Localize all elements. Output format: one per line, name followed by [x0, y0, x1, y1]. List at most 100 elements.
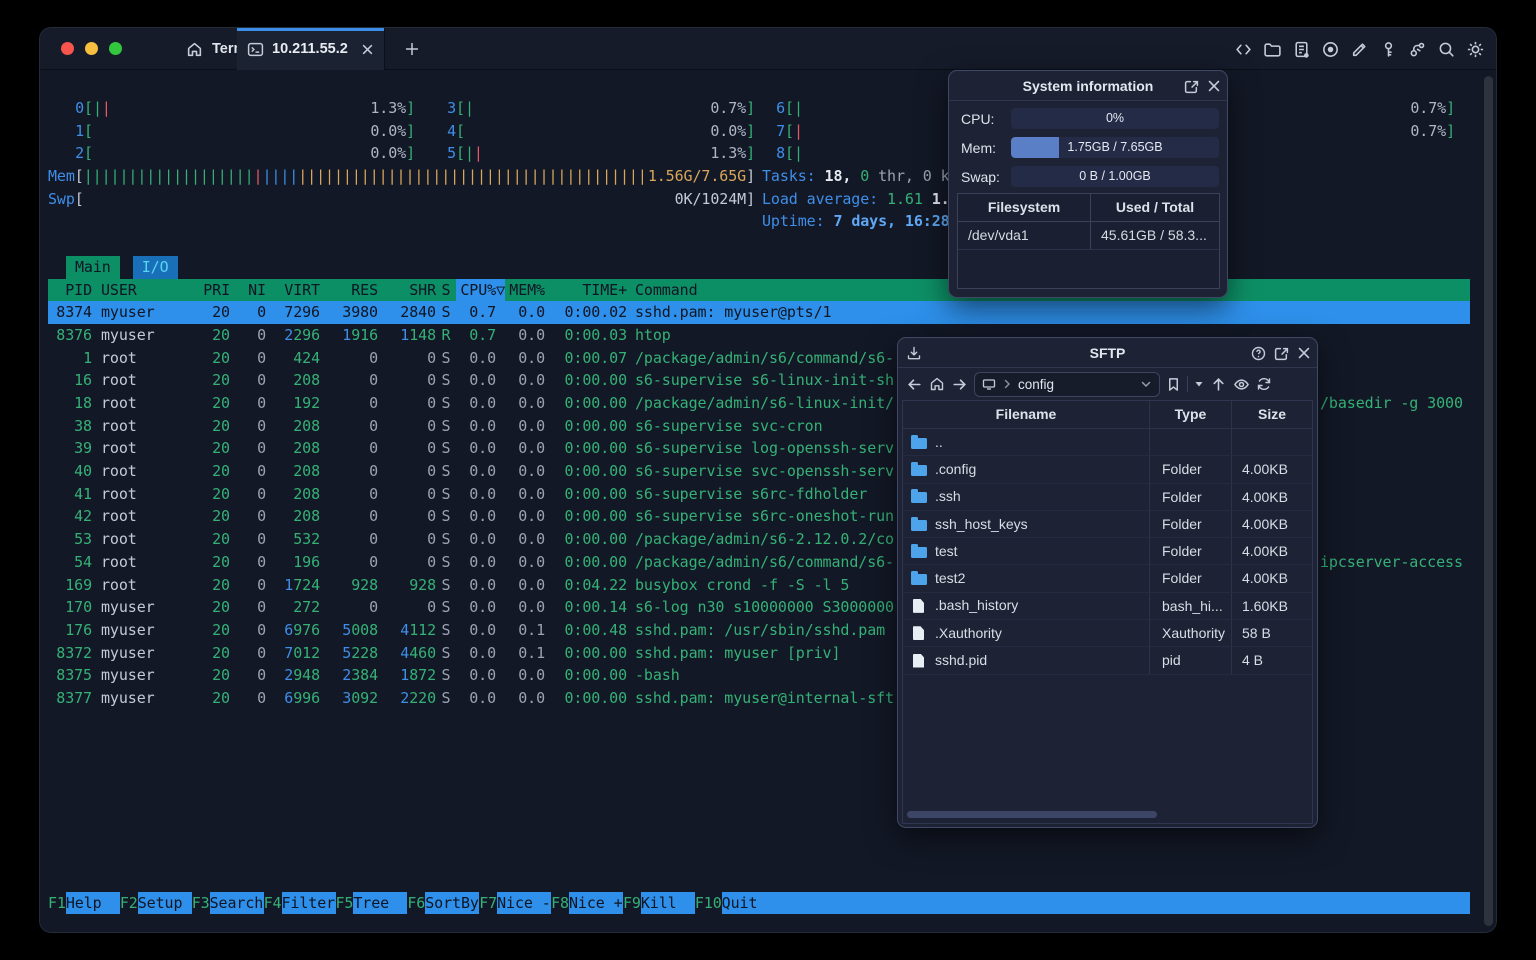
function-key-label[interactable]: Help — [65, 891, 120, 915]
htop-tab-io[interactable]: I/O — [132, 256, 178, 279]
key-icon — [1379, 40, 1398, 59]
filesystem-row[interactable]: /dev/vda1 45.61GB / 58.3... — [958, 222, 1219, 250]
memory-usage-value: 1.56G/7.65G — [647, 167, 747, 185]
keygen-button[interactable] — [1406, 38, 1428, 60]
bookmark-button[interactable] — [1166, 377, 1181, 392]
close-window-button[interactable] — [61, 42, 74, 55]
function-key-label[interactable]: Nice + — [569, 891, 623, 915]
file-type: pid — [1150, 647, 1232, 674]
log-icon — [1292, 40, 1311, 59]
terminal-scrollbar[interactable] — [1484, 76, 1493, 926]
file-row[interactable]: test Folder 4.00KB — [903, 538, 1312, 566]
branch-icon — [1408, 40, 1427, 59]
file-type-icon — [911, 543, 927, 558]
cpu-meter: 0[|| 1.3%] — [75, 99, 415, 117]
load-average-line: Load average: 1.61 1.18 1.21 — [762, 189, 948, 208]
open-in-window-button[interactable] — [1184, 79, 1199, 94]
function-key-label[interactable]: Filter — [281, 891, 336, 915]
path-breadcrumb[interactable]: config — [974, 371, 1160, 397]
parent-directory-button[interactable] — [1210, 376, 1227, 393]
file-name: .Xauthority — [935, 624, 1002, 641]
file-type-icon — [913, 598, 924, 613]
edit-button[interactable] — [1348, 38, 1370, 60]
function-key-label[interactable]: Quit — [721, 891, 1470, 915]
tab-session[interactable]: 10.211.55.2 — [237, 28, 385, 70]
sort-column-header[interactable]: CPU%▽ — [456, 278, 505, 302]
bookmark-menu-button[interactable] — [1194, 379, 1204, 389]
file-name: .. — [935, 433, 943, 450]
file-manager-button[interactable] — [1261, 38, 1283, 60]
meter-value: 1.75GB / 7.65GB — [1067, 140, 1163, 154]
close-panel-button[interactable] — [1207, 79, 1221, 93]
close-panel-button[interactable] — [1297, 346, 1311, 360]
keychain-button[interactable] — [1377, 38, 1399, 60]
horizontal-scrollbar-thumb[interactable] — [907, 811, 1157, 818]
htop-tab-main[interactable]: Main — [66, 256, 120, 279]
file-name: sshd.pid — [935, 652, 988, 669]
tasks-line: Tasks: 18, 0 thr, 0 kthr; 1 running — [762, 167, 948, 185]
cpu-meters-column-1: 0[|| 1.3%] 1[0.0%] 2[0.0%] — [48, 97, 415, 165]
event-log-button[interactable] — [1290, 38, 1312, 60]
code-snippets-button[interactable] — [1232, 38, 1254, 60]
function-key-label[interactable]: Tree — [353, 891, 408, 915]
htop-tabs: Main I/O — [66, 256, 178, 279]
file-row[interactable]: test2 Folder 4.00KB — [903, 565, 1312, 593]
file-type: bash_hi... — [1150, 592, 1232, 620]
record-button[interactable] — [1319, 38, 1341, 60]
settings-button[interactable] — [1464, 38, 1486, 60]
close-tab-icon[interactable] — [361, 43, 374, 56]
file-row[interactable]: sshd.pid pid 4 B — [903, 647, 1312, 675]
open-in-window-button[interactable] — [1274, 346, 1289, 361]
function-key-label[interactable]: Search — [209, 891, 264, 915]
function-key-label[interactable]: Setup — [137, 891, 192, 915]
sftp-header[interactable]: SFTP — [898, 338, 1317, 368]
swap-meter: Swp[0K/1024M] — [48, 188, 755, 211]
refresh-button[interactable] — [1256, 376, 1272, 392]
function-key-label[interactable]: Kill — [640, 891, 695, 915]
new-tab-button[interactable] — [392, 28, 432, 70]
zoom-window-button[interactable] — [109, 42, 122, 55]
file-row[interactable]: .bash_history bash_hi... 1.60KB — [903, 592, 1312, 621]
file-type: Xauthority — [1150, 620, 1232, 647]
computer-icon — [982, 377, 996, 391]
search-button[interactable] — [1435, 38, 1457, 60]
arrow-up-icon — [1210, 376, 1227, 393]
meter-label: Mem: — [961, 139, 996, 156]
function-key-label[interactable]: Nice - — [497, 891, 552, 915]
process-table-header[interactable]: PID USER PRI NI VIRT RES SHR S CPU%▽ MEM… — [48, 278, 1470, 302]
current-directory: config — [1018, 376, 1055, 392]
process-row[interactable]: 8374 myuser 20 0 7296 3980 2840 S 0.7 0.… — [48, 301, 1470, 324]
terminal-icon — [247, 41, 264, 58]
sftp-toolbar: config — [898, 368, 1317, 400]
home-icon — [929, 376, 945, 392]
minimize-window-button[interactable] — [85, 42, 98, 55]
back-button[interactable] — [906, 376, 923, 393]
file-type: Folder — [1150, 483, 1232, 510]
file-size: 4 B — [1242, 652, 1264, 669]
external-link-icon — [1184, 79, 1199, 94]
cpu-meter: 3[| 0.7%] — [447, 99, 755, 117]
file-row[interactable]: .ssh Folder 4.00KB — [903, 483, 1312, 511]
command-overflow-text: /basedir -g 3000 — [1320, 394, 1463, 413]
file-name: .bash_history — [935, 597, 1019, 614]
file-name: ssh_host_keys — [935, 515, 1028, 532]
transfers-button[interactable] — [906, 345, 922, 361]
file-row[interactable]: .Xauthority Xauthority 58 B — [903, 620, 1312, 648]
file-row[interactable]: ssh_host_keys Folder 4.00KB — [903, 510, 1312, 539]
show-hidden-files-button[interactable] — [1233, 376, 1250, 393]
file-type — [1150, 429, 1232, 456]
system-information-header[interactable]: System information — [949, 71, 1227, 101]
file-row[interactable]: .. — [903, 429, 1312, 457]
function-key-label[interactable]: SortBy — [425, 891, 480, 915]
file-name: test — [935, 542, 958, 559]
titlebar: Termora 10.211.55.2 — [40, 28, 1496, 70]
help-button[interactable] — [1251, 346, 1266, 361]
close-icon — [1297, 346, 1311, 360]
cpu-meter: 5[|| 1.3%] — [447, 144, 755, 163]
cpu-meter: 4[0.0%] — [447, 121, 755, 140]
home-button[interactable] — [929, 376, 945, 392]
forward-button[interactable] — [951, 376, 968, 393]
file-row[interactable]: .config Folder 4.00KB — [903, 456, 1312, 484]
file-size: 4.00KB — [1242, 488, 1288, 505]
file-size: 4.00KB — [1242, 570, 1288, 587]
